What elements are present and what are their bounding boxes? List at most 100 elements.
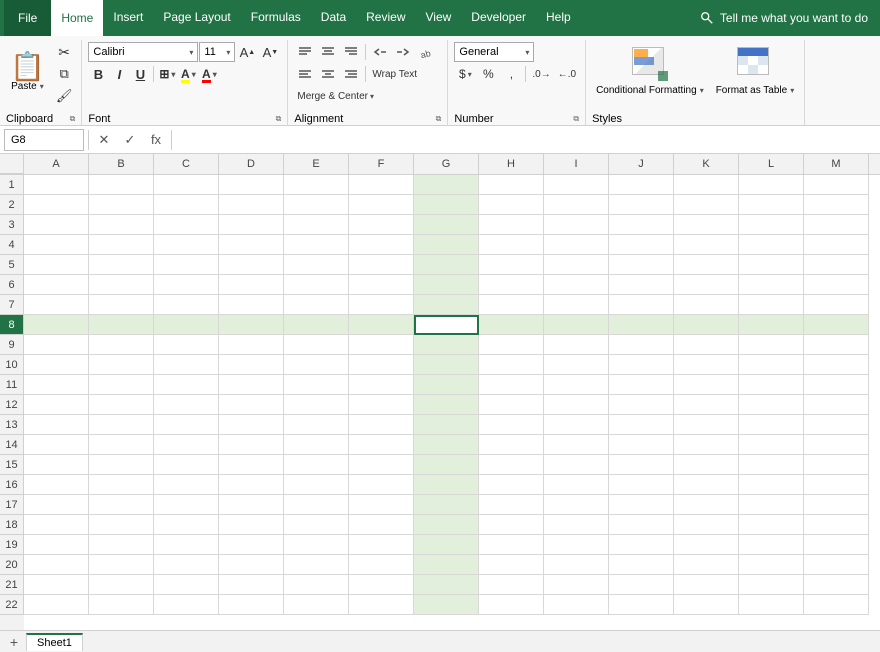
cell-I12[interactable] (544, 395, 609, 415)
font-expander[interactable]: ⧉ (276, 114, 282, 124)
cell-C14[interactable] (154, 435, 219, 455)
cell-D17[interactable] (219, 495, 284, 515)
decrease-font-button[interactable]: A▼ (259, 42, 281, 62)
row-header-20[interactable]: 20 (0, 555, 24, 575)
cell-J22[interactable] (609, 595, 674, 615)
cell-H10[interactable] (479, 355, 544, 375)
cell-A15[interactable] (24, 455, 89, 475)
cell-L15[interactable] (739, 455, 804, 475)
cell-B10[interactable] (89, 355, 154, 375)
cell-L2[interactable] (739, 195, 804, 215)
wrap-text-button[interactable]: Wrap Text (369, 64, 420, 84)
cell-I1[interactable] (544, 175, 609, 195)
underline-button[interactable]: U (130, 64, 150, 84)
cell-C10[interactable] (154, 355, 219, 375)
cell-G3[interactable] (414, 215, 479, 235)
row-header-21[interactable]: 21 (0, 575, 24, 595)
cell-B18[interactable] (89, 515, 154, 535)
increase-decimal-button[interactable]: ←.0 (555, 64, 579, 84)
developer-menu-item[interactable]: Developer (461, 0, 536, 36)
cell-J12[interactable] (609, 395, 674, 415)
currency-button[interactable]: $▾ (454, 64, 476, 84)
cell-F4[interactable] (349, 235, 414, 255)
cell-D12[interactable] (219, 395, 284, 415)
col-header-B[interactable]: B (89, 154, 154, 174)
cell-H3[interactable] (479, 215, 544, 235)
cell-G18[interactable] (414, 515, 479, 535)
cell-C11[interactable] (154, 375, 219, 395)
cell-E22[interactable] (284, 595, 349, 615)
cell-K10[interactable] (674, 355, 739, 375)
cell-A3[interactable] (24, 215, 89, 235)
conditional-formatting-button[interactable]: Conditional Formatting▾ (592, 42, 708, 102)
cell-J6[interactable] (609, 275, 674, 295)
cell-J8[interactable] (609, 315, 674, 335)
cell-B7[interactable] (89, 295, 154, 315)
cell-K2[interactable] (674, 195, 739, 215)
cell-K1[interactable] (674, 175, 739, 195)
cell-B11[interactable] (89, 375, 154, 395)
row-header-18[interactable]: 18 (0, 515, 24, 535)
cell-H20[interactable] (479, 555, 544, 575)
cell-M16[interactable] (804, 475, 869, 495)
cell-C13[interactable] (154, 415, 219, 435)
cell-I21[interactable] (544, 575, 609, 595)
cell-I16[interactable] (544, 475, 609, 495)
cell-M6[interactable] (804, 275, 869, 295)
cell-A5[interactable] (24, 255, 89, 275)
cell-D21[interactable] (219, 575, 284, 595)
cell-D18[interactable] (219, 515, 284, 535)
cell-J11[interactable] (609, 375, 674, 395)
cell-E16[interactable] (284, 475, 349, 495)
cell-K21[interactable] (674, 575, 739, 595)
cell-C2[interactable] (154, 195, 219, 215)
cell-C22[interactable] (154, 595, 219, 615)
cell-C4[interactable] (154, 235, 219, 255)
cell-C21[interactable] (154, 575, 219, 595)
cell-C7[interactable] (154, 295, 219, 315)
cell-D2[interactable] (219, 195, 284, 215)
cell-E4[interactable] (284, 235, 349, 255)
number-expander[interactable]: ⧉ (573, 114, 579, 124)
cell-H7[interactable] (479, 295, 544, 315)
cell-G8[interactable] (414, 315, 479, 335)
cell-K4[interactable] (674, 235, 739, 255)
col-header-K[interactable]: K (674, 154, 739, 174)
cell-K5[interactable] (674, 255, 739, 275)
insert-menu-item[interactable]: Insert (103, 0, 153, 36)
cell-I3[interactable] (544, 215, 609, 235)
cut-button[interactable]: ✂ (53, 42, 76, 62)
cell-H4[interactable] (479, 235, 544, 255)
cell-H2[interactable] (479, 195, 544, 215)
cell-F21[interactable] (349, 575, 414, 595)
cell-A13[interactable] (24, 415, 89, 435)
format-painter-button[interactable]: 🖌 (53, 86, 76, 106)
cell-F2[interactable] (349, 195, 414, 215)
cell-F5[interactable] (349, 255, 414, 275)
cell-K15[interactable] (674, 455, 739, 475)
cell-I5[interactable] (544, 255, 609, 275)
cell-F22[interactable] (349, 595, 414, 615)
cell-C20[interactable] (154, 555, 219, 575)
cell-A14[interactable] (24, 435, 89, 455)
cell-D8[interactable] (219, 315, 284, 335)
cell-H8[interactable] (479, 315, 544, 335)
cell-I9[interactable] (544, 335, 609, 355)
cell-B9[interactable] (89, 335, 154, 355)
cell-E3[interactable] (284, 215, 349, 235)
cell-D7[interactable] (219, 295, 284, 315)
cell-A18[interactable] (24, 515, 89, 535)
format-as-table-button[interactable]: Format as Table▾ (712, 42, 799, 102)
cell-K14[interactable] (674, 435, 739, 455)
insert-function-button[interactable]: fx (145, 129, 167, 151)
cell-B15[interactable] (89, 455, 154, 475)
cell-M4[interactable] (804, 235, 869, 255)
cell-A19[interactable] (24, 535, 89, 555)
fill-color-button[interactable]: A ▾ (178, 64, 198, 84)
cell-E17[interactable] (284, 495, 349, 515)
cell-B16[interactable] (89, 475, 154, 495)
cell-B22[interactable] (89, 595, 154, 615)
cell-G10[interactable] (414, 355, 479, 375)
cell-B17[interactable] (89, 495, 154, 515)
cell-B19[interactable] (89, 535, 154, 555)
